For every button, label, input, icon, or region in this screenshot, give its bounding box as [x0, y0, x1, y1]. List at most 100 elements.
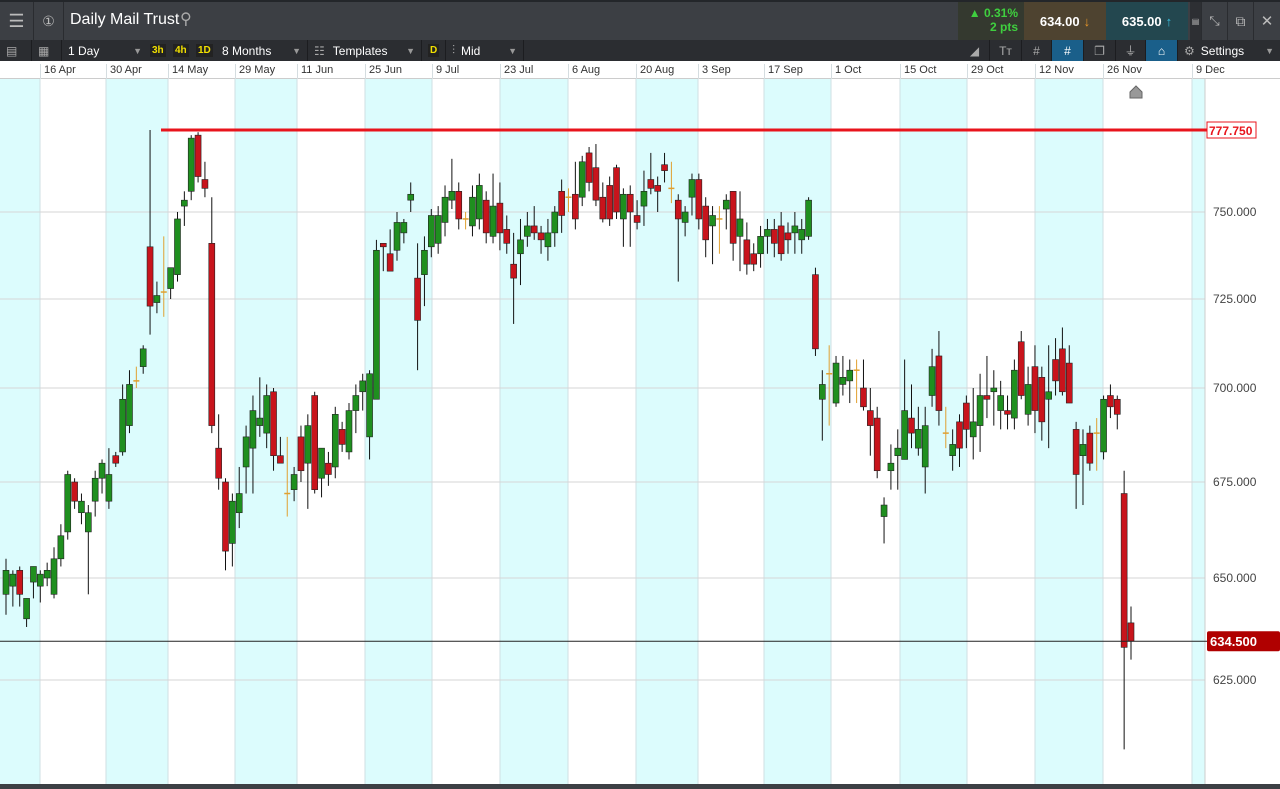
candle-body: [229, 500, 236, 544]
text-icon[interactable]: Tт: [990, 40, 1022, 61]
label-3h: 3h: [150, 44, 166, 57]
list-icon[interactable]: ▤: [0, 40, 32, 61]
menu-icon[interactable]: ☰: [0, 2, 34, 40]
candle-body: [544, 232, 552, 248]
layout-icon[interactable]: ▦: [32, 40, 62, 61]
candle: [846, 359, 854, 404]
candle-body: [901, 410, 908, 460]
chart-toolbar: ▤ ▦ 1 Day ▼ 3h 4h 1D 8 Months ▼ ☷ Templates…: [0, 40, 1280, 61]
minimize-icon[interactable]: ⤡: [1202, 2, 1228, 40]
candle-body: [990, 387, 998, 393]
interval-1d-button[interactable]: 1D: [194, 40, 215, 61]
close-icon[interactable]: ✕: [1254, 2, 1280, 40]
candle-body: [1059, 348, 1066, 393]
candle-body: [1100, 398, 1107, 453]
date-tick-label: 6 Aug: [568, 64, 600, 79]
snap-grid-icon[interactable]: #: [1052, 40, 1084, 61]
layers-icon[interactable]: ❐: [1084, 40, 1116, 61]
candle: [201, 161, 209, 198]
candle-body: [613, 167, 620, 213]
sell-button[interactable]: 634.00 ↓: [1024, 2, 1106, 40]
candle: [592, 144, 600, 207]
candle: [1107, 384, 1114, 419]
buy-button[interactable]: 635.00 ↑: [1106, 2, 1188, 40]
candle: [91, 470, 99, 517]
candle-body: [524, 225, 531, 237]
range-dropdown[interactable]: 8 Months ▼: [216, 40, 308, 61]
candle-body: [393, 222, 401, 251]
candle-body: [743, 239, 751, 265]
candle-body: [805, 199, 812, 237]
slot-number-icon[interactable]: ①: [34, 2, 64, 40]
depth-icon: ▤: [1190, 2, 1202, 40]
candle-body: [503, 229, 511, 244]
candle-body: [1120, 493, 1128, 648]
crosshair-icon[interactable]: ⏚: [1116, 40, 1146, 61]
candle: [167, 267, 174, 299]
date-axis: 16 Apr 30 Apr 14 May 29 May 11 Jun 25 Jun 9 Ju…: [0, 61, 1280, 79]
candle: [98, 459, 106, 494]
candle-body: [78, 500, 85, 514]
candle: [297, 425, 305, 482]
candle-body: [16, 570, 24, 595]
date-tick-label: 16 Apr: [40, 64, 76, 79]
date-tick-label: 9 Jul: [432, 64, 459, 79]
candle-body: [1113, 398, 1121, 415]
time-band: [500, 79, 568, 784]
candle: [729, 191, 737, 261]
candle: [448, 158, 456, 210]
candle-body: [386, 253, 394, 272]
candle-body: [43, 570, 51, 579]
candle-body: [867, 410, 874, 426]
templates-dropdown[interactable]: ☷ Templates ▼: [308, 40, 422, 61]
price-type-dropdown[interactable]: ⫶ Mid ▼: [446, 40, 524, 61]
candle: [736, 191, 744, 272]
candle-body: [181, 199, 188, 207]
candle-body: [750, 253, 758, 265]
candle-body: [777, 225, 785, 255]
candle: [57, 524, 65, 567]
candle: [805, 197, 812, 240]
interval-4h-button[interactable]: 4h: [171, 40, 191, 61]
date-tick-label: 17 Sep: [764, 64, 803, 79]
resistance-label: 777.750: [1209, 124, 1253, 138]
candle: [50, 547, 58, 599]
candle-body: [626, 193, 634, 213]
candle: [1004, 395, 1011, 430]
candle-body: [935, 355, 943, 411]
draw-line-icon[interactable]: ◢: [960, 40, 990, 61]
candle-body: [263, 395, 270, 434]
price-tick-label: 700.000: [1213, 381, 1257, 395]
candle-body: [482, 199, 490, 234]
candle-body: [551, 211, 559, 234]
candle-body: [702, 205, 709, 241]
interval-dropdown[interactable]: 1 Day ▼: [62, 40, 148, 61]
candle: [208, 197, 216, 434]
candle-body: [256, 417, 264, 426]
candle-body: [770, 229, 778, 244]
candle-body: [832, 362, 840, 404]
candle-body: [379, 243, 387, 248]
candle: [1113, 395, 1121, 430]
candle: [839, 355, 847, 396]
chevron-down-icon: ▼: [133, 45, 142, 56]
search-icon[interactable]: ⚲: [180, 9, 192, 29]
candle-body: [2, 570, 10, 595]
candle-body: [23, 598, 30, 620]
gear-icon: ⚙: [1184, 43, 1195, 58]
d-button[interactable]: D: [422, 40, 446, 61]
interval-3h-button[interactable]: 3h: [148, 40, 168, 61]
time-band: [0, 79, 40, 784]
candle: [969, 388, 977, 460]
settings-dropdown[interactable]: ⚙ Settings ▼: [1178, 40, 1280, 61]
popout-icon[interactable]: ⧉: [1228, 2, 1254, 40]
time-band: [764, 79, 831, 784]
candle-body: [434, 215, 442, 244]
candle-body: [695, 179, 703, 220]
event-marker-icon: [1129, 85, 1143, 99]
price-chart[interactable]: 750.000 725.000 700.000 675.000 650.000 625.0…: [0, 79, 1280, 784]
grid-icon[interactable]: #: [1022, 40, 1052, 61]
candle: [345, 403, 353, 460]
candle-body: [887, 462, 895, 472]
price-label-icon[interactable]: ⌂: [1146, 40, 1178, 61]
